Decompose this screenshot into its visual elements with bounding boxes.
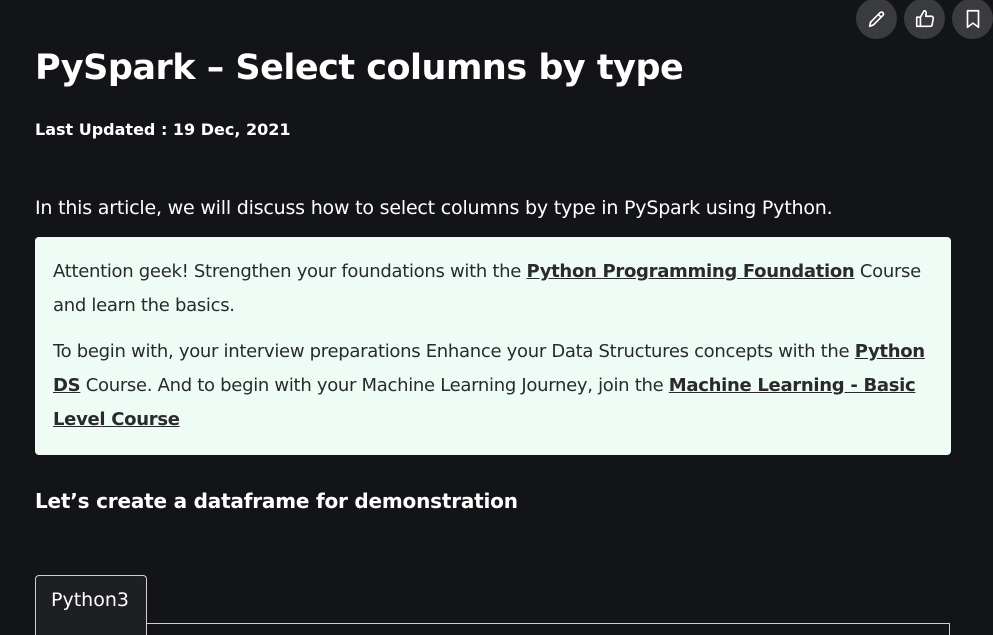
callout-text: Course. And to begin with your Machine L… [80,375,669,396]
article-actions [856,0,993,39]
page-title: PySpark – Select columns by type [35,48,684,88]
pencil-icon [868,10,884,27]
thumbs-up-icon [915,9,934,27]
python-foundation-link[interactable]: Python Programming Foundation [526,261,854,282]
section-heading: Let’s create a dataframe for demonstrati… [35,489,518,513]
like-button[interactable] [904,0,945,39]
intro-paragraph: In this article, we will discuss how to … [35,197,833,219]
bookmark-icon [966,9,979,28]
callout-text: To begin with, your interview preparatio… [53,341,855,362]
code-tab-python3[interactable]: Python3 [35,575,147,635]
bookmark-button[interactable] [952,0,993,39]
edit-button[interactable] [856,0,897,39]
callout-text: Attention geek! Strengthen your foundati… [53,261,527,282]
promo-callout: Attention geek! Strengthen your foundati… [35,237,951,455]
code-block [35,623,950,635]
last-updated: Last Updated : 19 Dec, 2021 [35,120,291,139]
callout-paragraph-1: Attention geek! Strengthen your foundati… [53,255,937,323]
callout-paragraph-2: To begin with, your interview preparatio… [53,335,937,437]
